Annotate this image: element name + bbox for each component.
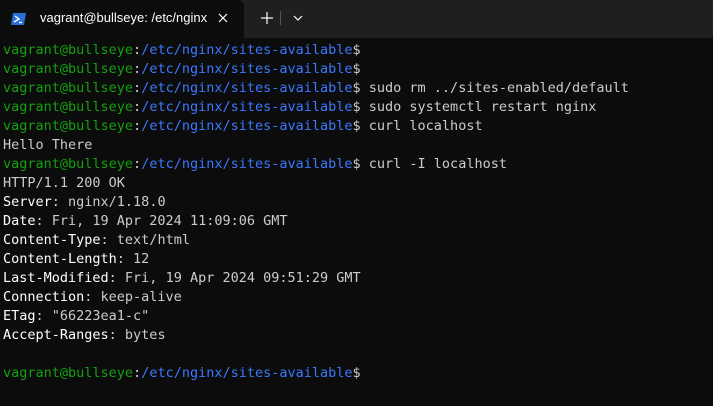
prompt-user: vagrant@bullseye — [3, 156, 134, 172]
tab-bar-divider — [280, 11, 281, 25]
powershell-icon — [11, 11, 26, 25]
output-text: HTTP/1.1 200 OK — [3, 175, 125, 191]
prompt-line: vagrant@bullseye:/etc/nginx/sites-availa… — [3, 79, 709, 98]
command-text: sudo rm ../sites-enabled/default — [360, 80, 629, 96]
prompt-user: vagrant@bullseye — [3, 118, 134, 134]
prompt-path: /etc/nginx/sites-available — [141, 99, 353, 115]
header-name: Content-Length — [3, 251, 117, 267]
header-name: Date — [3, 213, 36, 229]
prompt-path: /etc/nginx/sites-available — [141, 42, 353, 58]
close-icon[interactable] — [214, 9, 232, 27]
prompt-user: vagrant@bullseye — [3, 99, 134, 115]
header-name: ETag — [3, 308, 36, 324]
prompt-separator: : — [133, 61, 142, 77]
header-name: Accept-Ranges — [3, 327, 109, 343]
output-line: Hello There — [3, 136, 709, 155]
header-value: : Fri, 19 Apr 2024 09:51:29 GMT — [108, 270, 361, 286]
prompt-path: /etc/nginx/sites-available — [141, 118, 353, 134]
prompt-symbol: $ — [352, 365, 361, 381]
http-header-line: ETag: "66223ea1-c" — [3, 307, 709, 326]
prompt-symbol: $ — [352, 99, 361, 115]
command-text: sudo systemctl restart nginx — [360, 99, 597, 115]
prompt-symbol: $ — [352, 80, 361, 96]
header-value: : nginx/1.18.0 — [51, 194, 166, 210]
header-value: : "66223ea1-c" — [35, 308, 150, 324]
header-value: : text/html — [100, 232, 190, 248]
header-name: Last-Modified — [3, 270, 109, 286]
prompt-symbol: $ — [352, 42, 361, 58]
prompt-path: /etc/nginx/sites-available — [141, 61, 353, 77]
prompt-user: vagrant@bullseye — [3, 61, 134, 77]
prompt-separator: : — [133, 365, 142, 381]
command-text: curl localhost — [360, 118, 483, 134]
http-header-line: Content-Length: 12 — [3, 250, 709, 269]
chevron-down-icon[interactable] — [289, 9, 307, 27]
header-value: : keep-alive — [84, 289, 182, 305]
http-header-line: Connection: keep-alive — [3, 288, 709, 307]
prompt-separator: : — [133, 99, 142, 115]
prompt-symbol: $ — [352, 118, 361, 134]
prompt-separator: : — [133, 118, 142, 134]
http-header-line: Accept-Ranges: bytes — [3, 326, 709, 345]
header-name: Server — [3, 194, 52, 210]
prompt-path: /etc/nginx/sites-available — [141, 365, 353, 381]
http-header-line: Date: Fri, 19 Apr 2024 11:09:06 GMT — [3, 212, 709, 231]
prompt-symbol: $ — [352, 61, 361, 77]
header-value: : bytes — [108, 327, 166, 343]
prompt-user: vagrant@bullseye — [3, 80, 134, 96]
prompt-path: /etc/nginx/sites-available — [141, 156, 353, 172]
prompt-symbol: $ — [352, 156, 361, 172]
http-header-line: Server: nginx/1.18.0 — [3, 193, 709, 212]
prompt-line: vagrant@bullseye:/etc/nginx/sites-availa… — [3, 155, 709, 174]
header-name: Content-Type — [3, 232, 101, 248]
terminal-window: vagrant@bullseye: /etc/nginx vagrant@bul… — [0, 0, 713, 406]
prompt-separator: : — [133, 156, 142, 172]
prompt-separator: : — [133, 42, 142, 58]
prompt-user: vagrant@bullseye — [3, 42, 134, 58]
prompt-line: vagrant@bullseye:/etc/nginx/sites-availa… — [3, 41, 709, 60]
prompt-line: vagrant@bullseye:/etc/nginx/sites-availa… — [3, 98, 709, 117]
prompt-line: vagrant@bullseye:/etc/nginx/sites-availa… — [3, 117, 709, 136]
http-header-line: Content-Type: text/html — [3, 231, 709, 250]
tab-bar: vagrant@bullseye: /etc/nginx — [0, 0, 713, 38]
output-line: HTTP/1.1 200 OK — [3, 174, 709, 193]
command-text: curl -I localhost — [360, 156, 507, 172]
prompt-separator: : — [133, 80, 142, 96]
prompt-line: vagrant@bullseye:/etc/nginx/sites-availa… — [3, 60, 709, 79]
prompt-line: vagrant@bullseye:/etc/nginx/sites-availa… — [3, 364, 709, 383]
header-name: Connection — [3, 289, 85, 305]
prompt-user: vagrant@bullseye — [3, 365, 134, 381]
tab-title: vagrant@bullseye: /etc/nginx — [40, 10, 208, 25]
terminal-output[interactable]: vagrant@bullseye:/etc/nginx/sites-availa… — [3, 41, 709, 401]
header-value: : 12 — [116, 251, 150, 267]
tab-active[interactable]: vagrant@bullseye: /etc/nginx — [0, 0, 244, 38]
http-header-line: Last-Modified: Fri, 19 Apr 2024 09:51:29… — [3, 269, 709, 288]
new-tab-plus-icon[interactable] — [258, 9, 276, 27]
output-text: Hello There — [3, 137, 93, 153]
prompt-path: /etc/nginx/sites-available — [141, 80, 353, 96]
header-value: : Fri, 19 Apr 2024 11:09:06 GMT — [35, 213, 288, 229]
